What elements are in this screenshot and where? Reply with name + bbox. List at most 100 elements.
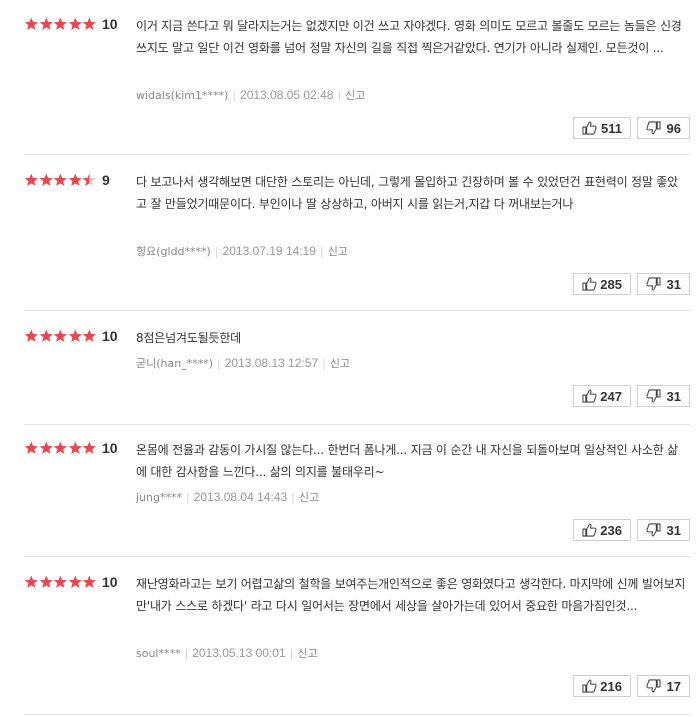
dislike-count: 96: [666, 120, 681, 136]
score: 10: [102, 440, 118, 456]
review-text: 다 보고나서 생각해보면 대단한 스토리는 아닌데, 그렇게 몰입하고 긴장하며…: [136, 175, 679, 211]
dislike-button[interactable]: 96: [637, 117, 690, 139]
like-button[interactable]: 285: [573, 273, 631, 295]
divider: |: [184, 647, 189, 660]
star-full-icon: [24, 441, 38, 454]
star-full-icon: [53, 329, 67, 342]
score: 10: [102, 574, 118, 590]
review-item: 9 다 보고나서 생각해보면 대단한 스토리는 아닌데, 그렇게 몰입하고 긴장…: [24, 172, 690, 311]
dislike-button[interactable]: 31: [637, 385, 690, 407]
thumbs-down-icon: [646, 277, 661, 291]
vote-buttons: 285 31: [573, 273, 690, 295]
review-item: 10 8점은넘겨도될듯한데 굳니(han_****) | 2013.08.13 12…: [24, 328, 690, 425]
divider: |: [319, 245, 324, 258]
thumbs-down-icon: [646, 389, 661, 403]
vote-buttons: 247 31: [573, 385, 690, 407]
review-meta: 굳니(han_****) | 2013.08.13 12:57 | 신고: [136, 356, 350, 371]
username[interactable]: jung****: [136, 491, 182, 504]
star-rating: [24, 575, 97, 589]
star-full-icon: [68, 173, 82, 186]
like-count: 216: [600, 678, 622, 694]
divider: |: [214, 245, 219, 258]
rating: 9: [24, 172, 110, 188]
username[interactable]: 굳니(han_****): [136, 357, 213, 370]
thumbs-down-icon: [646, 121, 661, 135]
like-button[interactable]: 236: [573, 519, 631, 541]
vote-buttons: 511 96: [573, 117, 690, 139]
divider: |: [232, 89, 237, 102]
star-full-icon: [68, 575, 82, 588]
star-full-icon: [39, 17, 53, 30]
vote-buttons: 236 31: [573, 519, 690, 541]
review-date: 2013.08.05 02:48: [240, 88, 334, 102]
review-item: 10 이거 지금 쓴다고 뭐 달라지는거는 없겠지만 이건 쓰고 자야겠다. 영…: [24, 16, 690, 155]
star-full-icon: [24, 329, 38, 342]
review-text: 8점은넘겨도될듯한데: [136, 331, 241, 345]
thumbs-down-icon: [646, 523, 661, 537]
divider: |: [291, 491, 295, 504]
star-full-icon: [39, 329, 53, 342]
star-rating: [24, 441, 97, 455]
star-full-icon: [68, 441, 82, 454]
username[interactable]: widals(kim1****): [136, 89, 228, 102]
review-text: 온몸에 전율과 감동이 가시질 않는다... 한번더 폼나게... 지금 이 순…: [136, 443, 679, 479]
thumbs-up-icon: [582, 277, 597, 291]
dislike-button[interactable]: 31: [637, 519, 690, 541]
star-full-icon: [83, 441, 97, 454]
dislike-button[interactable]: 17: [637, 675, 690, 697]
thumbs-up-icon: [582, 389, 597, 403]
review-text: 이거 지금 쓴다고 뭐 달라지는거는 없겠지만 이건 쓰고 자야겠다. 영화 의…: [136, 19, 682, 55]
divider: |: [289, 647, 294, 660]
rating: 10: [24, 440, 118, 456]
star-full-icon: [53, 17, 67, 30]
report-link[interactable]: 신고: [328, 245, 348, 258]
star-full-icon: [68, 17, 82, 30]
report-link[interactable]: 신고: [297, 647, 317, 660]
thumbs-up-icon: [582, 523, 597, 537]
dislike-button[interactable]: 31: [637, 273, 690, 295]
star-full-icon: [83, 575, 97, 588]
star-rating: [24, 17, 97, 31]
rating: 10: [24, 16, 118, 32]
like-count: 511: [601, 120, 622, 136]
star-rating: [24, 329, 97, 343]
star-full-icon: [83, 17, 97, 30]
star-rating: [24, 173, 97, 187]
review-meta: 힝요(gldd****) | 2013.07.19 14:19 | 신고: [136, 244, 348, 259]
star-full-icon: [83, 329, 97, 342]
review-date: 2013.08.13 12:57: [224, 356, 319, 370]
vote-buttons: 216 17: [573, 675, 690, 697]
like-count: 285: [600, 276, 622, 292]
like-button[interactable]: 511: [573, 117, 631, 139]
thumbs-up-icon: [582, 679, 597, 693]
dislike-count: 31: [666, 388, 681, 404]
thumbs-up-icon: [582, 121, 597, 135]
like-count: 247: [600, 388, 622, 404]
star-full-icon: [24, 575, 38, 588]
divider: |: [185, 491, 190, 504]
like-button[interactable]: 216: [573, 675, 631, 697]
score: 9: [102, 172, 110, 188]
score: 10: [102, 16, 118, 32]
star-full-icon: [24, 173, 38, 186]
star-full-icon: [24, 17, 38, 30]
rating: 10: [24, 574, 118, 590]
star-full-icon: [53, 173, 67, 186]
report-link[interactable]: 신고: [330, 357, 350, 370]
divider: |: [217, 357, 221, 370]
star-full-icon: [39, 575, 53, 588]
review-meta: jung**** | 2013.08.04 14:43 | 신고: [136, 490, 319, 505]
report-link[interactable]: 신고: [299, 491, 319, 504]
divider: |: [337, 89, 342, 102]
report-link[interactable]: 신고: [345, 89, 365, 102]
dislike-count: 17: [666, 678, 681, 694]
review-date: 2013.08.04 14:43: [193, 490, 288, 504]
review-item: 10 온몸에 전율과 감동이 가시질 않는다... 한번더 폼나게... 지금 …: [24, 440, 690, 557]
star-half-icon: [83, 173, 97, 186]
like-button[interactable]: 247: [573, 385, 631, 407]
username[interactable]: 힝요(gldd****): [136, 245, 211, 258]
dislike-count: 31: [666, 522, 681, 538]
username[interactable]: soul****: [136, 647, 181, 660]
review-list: 10 이거 지금 쓴다고 뭐 달라지는거는 없겠지만 이건 쓰고 자야겠다. 영…: [0, 0, 696, 717]
rating: 10: [24, 328, 118, 344]
